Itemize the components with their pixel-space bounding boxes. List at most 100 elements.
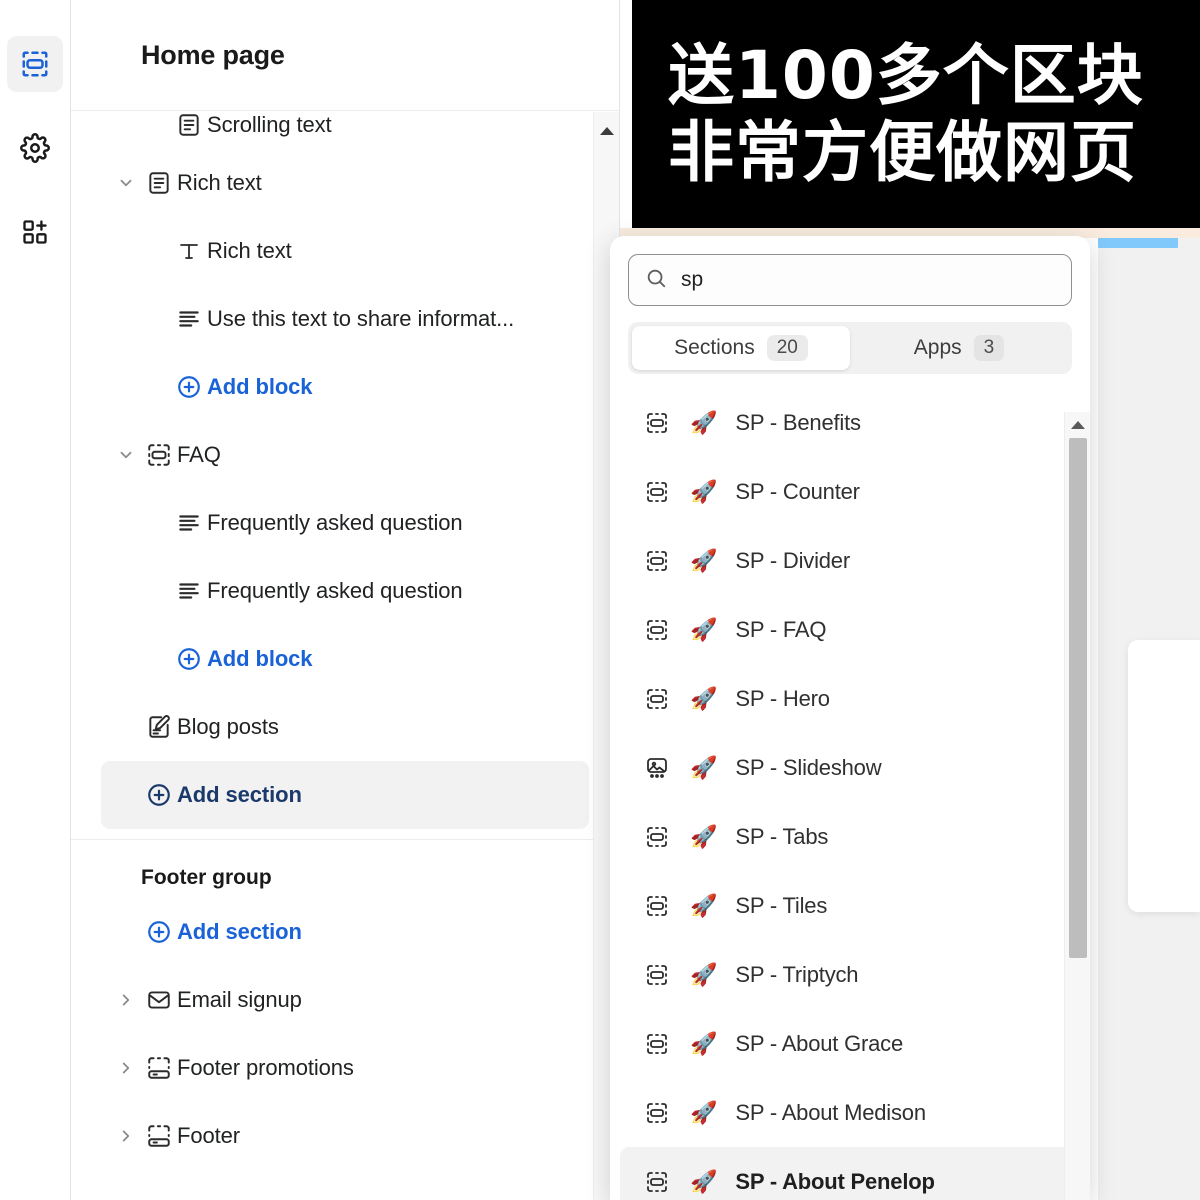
section-icon — [642, 1170, 672, 1194]
list-item[interactable]: 🚀 SP - About Grace — [620, 1009, 1080, 1078]
tree-item-label: FAQ — [177, 442, 221, 467]
panel-header: Home page — [71, 0, 619, 111]
list-item[interactable]: 🚀 SP - Divider — [620, 526, 1080, 595]
add-section-popup: Sections 20 Apps 3 🚀 SP - Benefits 🚀 — [610, 236, 1090, 1200]
footer-icon — [141, 1055, 177, 1081]
chevron-right-icon[interactable] — [111, 1127, 141, 1145]
tree-item-label: Rich text — [177, 170, 262, 195]
rail-item-settings[interactable] — [7, 120, 63, 176]
tab-sections-count: 20 — [766, 335, 808, 361]
list-item-label: SP - About Grace — [735, 1030, 904, 1056]
rocket-icon: 🚀 — [690, 616, 718, 642]
list-item-label: SP - Hero — [735, 685, 830, 711]
list-item-label: SP - Counter — [735, 478, 860, 504]
list-item[interactable]: 🚀 SP - Hero — [620, 664, 1080, 733]
list-item[interactable]: 🚀 SP - Triptych — [620, 940, 1080, 1009]
list-item-label: SP - About Medison — [735, 1099, 926, 1125]
results-list: 🚀 SP - Benefits 🚀 SP - Counter 🚀 SP - Di… — [610, 388, 1090, 1200]
section-icon — [642, 1032, 672, 1056]
text-t-icon — [171, 239, 207, 263]
section-icon — [642, 1101, 672, 1125]
plus-circle-icon — [141, 782, 177, 808]
tree-item-label: Blog posts — [177, 714, 279, 739]
chevron-down-icon[interactable] — [111, 446, 141, 464]
tree-item-label: Email signup — [177, 987, 302, 1012]
promo-line-1: 送100多个区块 — [668, 36, 1144, 114]
scroll-up-icon[interactable] — [1069, 418, 1087, 432]
blog-icon — [141, 714, 177, 740]
rocket-icon: 🚀 — [690, 547, 718, 573]
paragraph-icon — [171, 578, 207, 604]
tree-item-faq-1[interactable]: Frequently asked question — [101, 489, 589, 557]
tree-item-footer[interactable]: Footer — [101, 1102, 589, 1170]
tree-item-label: Footer promotions — [177, 1055, 354, 1080]
footer-group-title: Footer group — [141, 866, 272, 889]
tree-item-add-section-main[interactable]: Add section — [101, 761, 589, 829]
tree-item-footer-promotions[interactable]: Footer promotions — [101, 1034, 589, 1102]
gear-icon — [20, 133, 50, 163]
popup-tabs: Sections 20 Apps 3 — [628, 322, 1072, 374]
tree-item-add-block-faq[interactable]: Add block — [101, 625, 589, 693]
paragraph-icon — [171, 510, 207, 536]
tree-item-label: Frequently asked question — [207, 578, 463, 603]
tree-item-rich-text-group[interactable]: Rich text — [101, 149, 589, 217]
rail-item-sections[interactable] — [7, 36, 63, 92]
rocket-icon: 🚀 — [690, 409, 718, 435]
chevron-right-icon[interactable] — [111, 1059, 141, 1077]
search-box[interactable] — [628, 254, 1072, 306]
tree-item-add-section-footer[interactable]: Add section — [101, 898, 589, 966]
tree-item-use-this-text[interactable]: Use this text to share informat... — [101, 285, 589, 353]
tree-item-label: Rich text — [207, 238, 292, 263]
sections-icon — [20, 49, 50, 79]
plus-circle-icon — [171, 646, 207, 672]
footer-icon — [141, 1123, 177, 1149]
section-icon — [642, 894, 672, 918]
tree-item-rich-text-block[interactable]: Rich text — [101, 217, 589, 285]
section-icon — [642, 825, 672, 849]
list-item[interactable]: 🚀 SP - Tabs — [620, 802, 1080, 871]
apps-icon — [21, 218, 49, 246]
list-item[interactable]: 🚀 SP - Counter — [620, 457, 1080, 526]
rocket-icon: 🚀 — [690, 892, 718, 918]
tree-item-faq-group[interactable]: FAQ — [101, 421, 589, 489]
rocket-icon: 🚀 — [690, 1168, 718, 1194]
tree-item-label: Add section — [177, 919, 302, 944]
search-icon — [645, 267, 667, 294]
chevron-right-icon[interactable] — [111, 991, 141, 1009]
tree-item-scrolling-text[interactable]: Scrolling text — [101, 101, 589, 149]
app-root: Home page Scrolling text Rich text Rich … — [0, 0, 1200, 1200]
tree-item-label: Add block — [207, 374, 313, 399]
promo-line-2: 非常方便做网页 — [668, 114, 1137, 191]
list-item[interactable]: 🚀 SP - FAQ — [620, 595, 1080, 664]
list-item[interactable]: 🚀 SP - Tiles — [620, 871, 1080, 940]
section-icon — [642, 687, 672, 711]
rocket-icon: 🚀 — [690, 754, 718, 780]
scroll-up-icon[interactable] — [598, 124, 616, 138]
preview-white-card — [1128, 640, 1200, 912]
tree-item-label: Add section — [177, 782, 302, 807]
scrollbar-thumb[interactable] — [1069, 438, 1087, 958]
section-icon — [141, 442, 177, 468]
tree-item-email-signup[interactable]: Email signup — [101, 966, 589, 1034]
chevron-down-icon[interactable] — [111, 174, 141, 192]
list-item[interactable]: 🚀 SP - Slideshow — [620, 733, 1080, 802]
list-item[interactable]: 🚀 SP - Benefits — [620, 388, 1080, 457]
list-item[interactable]: 🚀 SP - About Penelop — [620, 1147, 1080, 1200]
popup-scrollbar[interactable] — [1064, 412, 1090, 1200]
rocket-icon: 🚀 — [690, 823, 718, 849]
tree-item-faq-2[interactable]: Frequently asked question — [101, 557, 589, 625]
tab-sections[interactable]: Sections 20 — [632, 326, 850, 370]
rail-item-apps[interactable] — [7, 204, 63, 260]
search-input[interactable] — [681, 268, 1071, 292]
tree-item-label: Scrolling text — [207, 112, 332, 137]
tree-item-add-block-richtext[interactable]: Add block — [101, 353, 589, 421]
section-icon — [642, 480, 672, 504]
tree-item-blog-posts[interactable]: Blog posts — [101, 693, 589, 761]
tab-apps[interactable]: Apps 3 — [850, 326, 1068, 370]
section-icon — [642, 549, 672, 573]
list-item[interactable]: 🚀 SP - About Medison — [620, 1078, 1080, 1147]
list-item-label: SP - Slideshow — [735, 754, 882, 780]
page-title: Home page — [141, 39, 285, 70]
icon-rail — [0, 0, 71, 1200]
sections-panel: Home page Scrolling text Rich text Rich … — [71, 0, 620, 1200]
